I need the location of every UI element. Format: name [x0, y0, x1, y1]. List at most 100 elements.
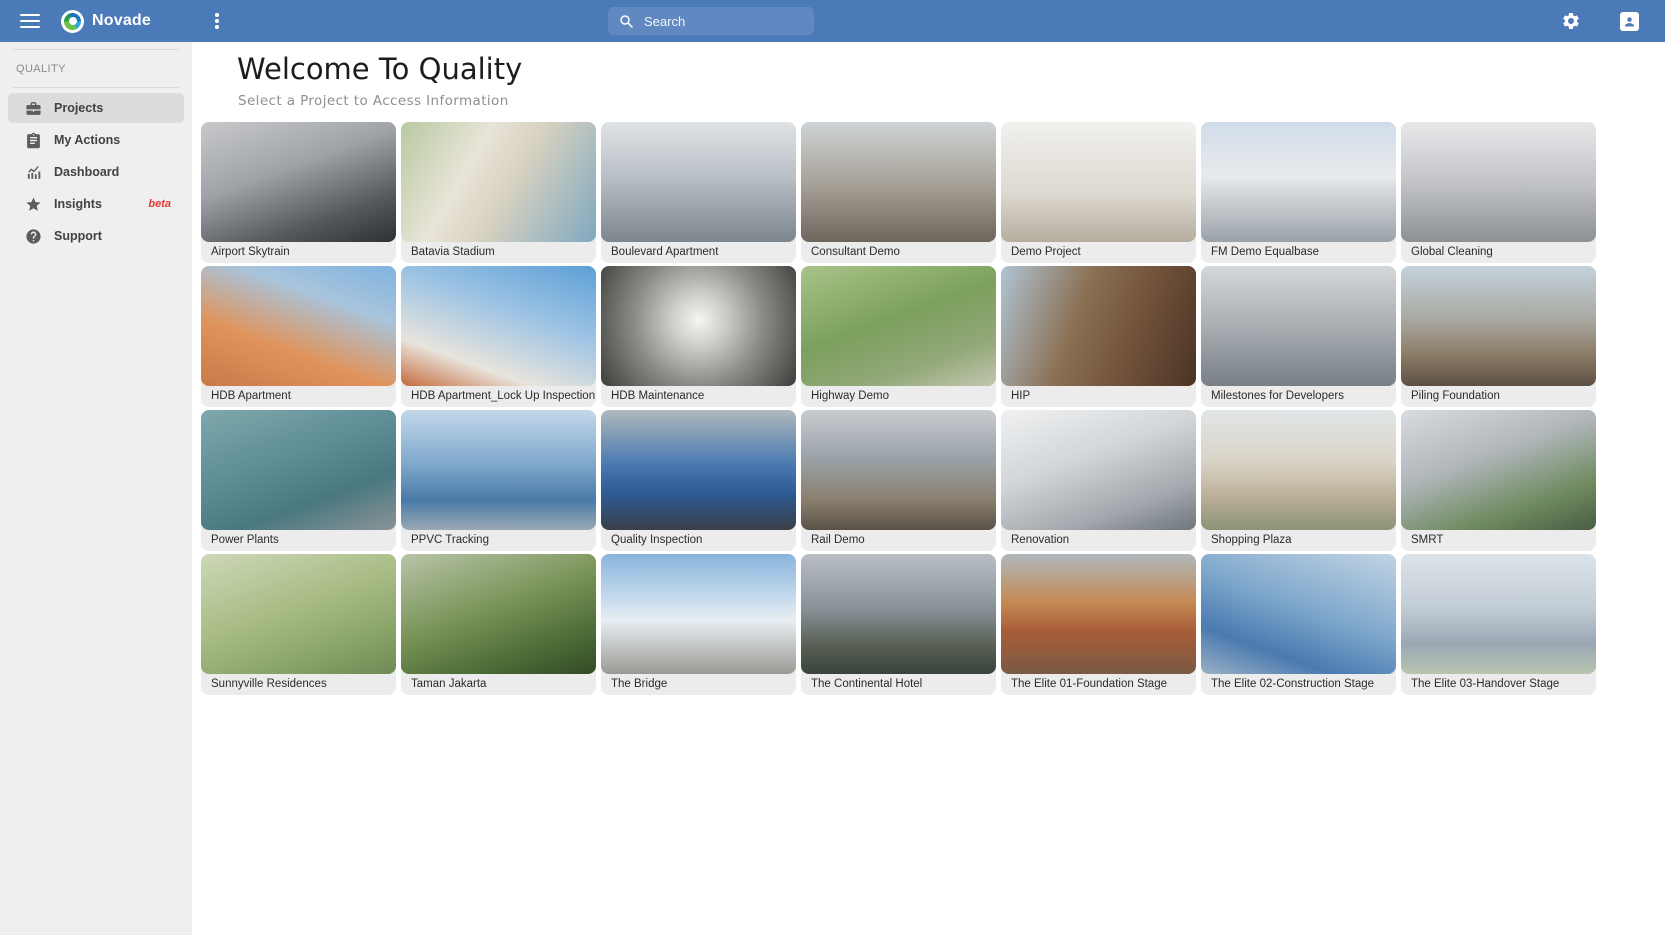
project-card-label: Rail Demo [811, 534, 865, 546]
project-card[interactable]: The Elite 01-Foundation Stage [1001, 554, 1196, 695]
project-card-label: Sunnyville Residences [211, 678, 327, 690]
project-thumbnail [601, 554, 796, 674]
sidebar-item-my-actions[interactable]: My Actions [8, 125, 184, 155]
project-card[interactable]: The Bridge [601, 554, 796, 695]
project-thumbnail [401, 122, 596, 242]
page-title: Welcome To Quality [237, 52, 523, 86]
star-icon [24, 195, 42, 213]
sidebar-item-label: Insights [54, 197, 102, 211]
sidebar-item-support[interactable]: Support [8, 221, 184, 251]
project-card-label: The Elite 01-Foundation Stage [1011, 678, 1167, 690]
sidebar-item-label: Projects [54, 101, 104, 115]
sidebar-item-dashboard[interactable]: Dashboard [8, 157, 184, 187]
clipboard-icon [24, 131, 42, 149]
project-card-label: Power Plants [211, 534, 279, 546]
sidebar-item-projects[interactable]: Projects [8, 93, 184, 123]
project-thumbnail [1201, 410, 1396, 530]
project-thumbnail [1201, 554, 1396, 674]
app-header: Novade [0, 0, 1665, 42]
project-card[interactable]: Sunnyville Residences [201, 554, 396, 695]
novade-logo-ring [64, 12, 81, 30]
project-card-label: The Elite 02-Construction Stage [1211, 678, 1375, 690]
project-thumbnail [1201, 266, 1396, 386]
project-card-label: HDB Apartment [211, 390, 291, 402]
account-icon[interactable] [1620, 12, 1639, 31]
account-person-glyph [1625, 17, 1634, 27]
sidebar: QUALITY Projects My Actions Dashboard In… [0, 42, 192, 935]
project-card[interactable]: Highway Demo [801, 266, 996, 407]
project-thumbnail [801, 554, 996, 674]
project-thumbnail [601, 410, 796, 530]
settings-gear-icon[interactable] [1561, 11, 1581, 31]
project-card[interactable]: HDB Apartment_Lock Up Inspection [401, 266, 596, 407]
project-card-label: HIP [1011, 390, 1031, 402]
page-subtitle: Select a Project to Access Information [238, 93, 509, 109]
project-card[interactable]: Demo Project [1001, 122, 1196, 263]
project-card-label: FM Demo Equalbase [1211, 246, 1320, 258]
project-card-label: The Elite 03-Handover Stage [1411, 678, 1560, 690]
project-card[interactable]: HDB Apartment [201, 266, 396, 407]
project-card[interactable]: Piling Foundation [1401, 266, 1596, 407]
sidebar-item-label: My Actions [54, 133, 121, 147]
project-card[interactable]: Taman Jakarta [401, 554, 596, 695]
project-thumbnail [601, 122, 796, 242]
project-card-label: The Bridge [611, 678, 668, 690]
project-card-label: SMRT [1411, 534, 1444, 546]
project-card-label: Batavia Stadium [411, 246, 495, 258]
more-options-icon[interactable] [208, 0, 226, 42]
help-icon [24, 227, 42, 245]
novade-logo [61, 9, 84, 33]
project-card-label: Demo Project [1011, 246, 1081, 258]
sidebar-divider [13, 87, 179, 88]
project-card[interactable]: The Elite 03-Handover Stage [1401, 554, 1596, 695]
project-thumbnail [1401, 266, 1596, 386]
project-card[interactable]: Airport Skytrain [201, 122, 396, 263]
chart-icon [24, 163, 42, 181]
project-thumbnail [201, 122, 396, 242]
project-card[interactable]: Boulevard Apartment [601, 122, 796, 263]
project-thumbnail [1401, 554, 1596, 674]
project-card-label: Piling Foundation [1411, 390, 1500, 402]
project-card-label: Highway Demo [811, 390, 889, 402]
project-card[interactable]: Quality Inspection [601, 410, 796, 551]
project-card[interactable]: FM Demo Equalbase [1201, 122, 1396, 263]
project-card[interactable]: The Elite 02-Construction Stage [1201, 554, 1396, 695]
sidebar-item-label: Dashboard [54, 165, 120, 179]
project-thumbnail [801, 266, 996, 386]
sidebar-item-insights[interactable]: Insights beta [8, 189, 184, 219]
project-card-label: HDB Maintenance [611, 390, 705, 402]
project-card[interactable]: Rail Demo [801, 410, 996, 551]
project-thumbnail [201, 410, 396, 530]
project-thumbnail [801, 122, 996, 242]
project-card-label: Airport Skytrain [211, 246, 290, 258]
project-card[interactable]: HDB Maintenance [601, 266, 796, 407]
project-thumbnail [201, 554, 396, 674]
project-card[interactable]: HIP [1001, 266, 1196, 407]
project-thumbnail [1401, 410, 1596, 530]
project-card[interactable]: SMRT [1401, 410, 1596, 551]
project-card-label: Taman Jakarta [411, 678, 487, 690]
project-card[interactable]: Batavia Stadium [401, 122, 596, 263]
hamburger-menu-icon[interactable] [20, 14, 40, 28]
search-icon [620, 15, 633, 28]
project-thumbnail [1001, 266, 1196, 386]
sidebar-item-label: Support [54, 229, 102, 243]
project-card[interactable]: Renovation [1001, 410, 1196, 551]
project-card[interactable]: Milestones for Developers [1201, 266, 1396, 407]
project-card[interactable]: Power Plants [201, 410, 396, 551]
project-thumbnail [601, 266, 796, 386]
project-card[interactable]: Consultant Demo [801, 122, 996, 263]
search-input[interactable] [644, 13, 820, 29]
project-card-label: Consultant Demo [811, 246, 900, 258]
project-card-label: Milestones for Developers [1211, 390, 1344, 402]
project-thumbnail [1001, 410, 1196, 530]
project-card-label: Boulevard Apartment [611, 246, 719, 258]
project-card[interactable]: PPVC Tracking [401, 410, 596, 551]
project-card[interactable]: Global Cleaning [1401, 122, 1596, 263]
project-card[interactable]: Shopping Plaza [1201, 410, 1396, 551]
project-card-label: Global Cleaning [1411, 246, 1493, 258]
search-bar[interactable] [608, 7, 820, 35]
briefcase-icon [24, 99, 42, 117]
project-card[interactable]: The Continental Hotel [801, 554, 996, 695]
project-card-label: The Continental Hotel [811, 678, 923, 690]
